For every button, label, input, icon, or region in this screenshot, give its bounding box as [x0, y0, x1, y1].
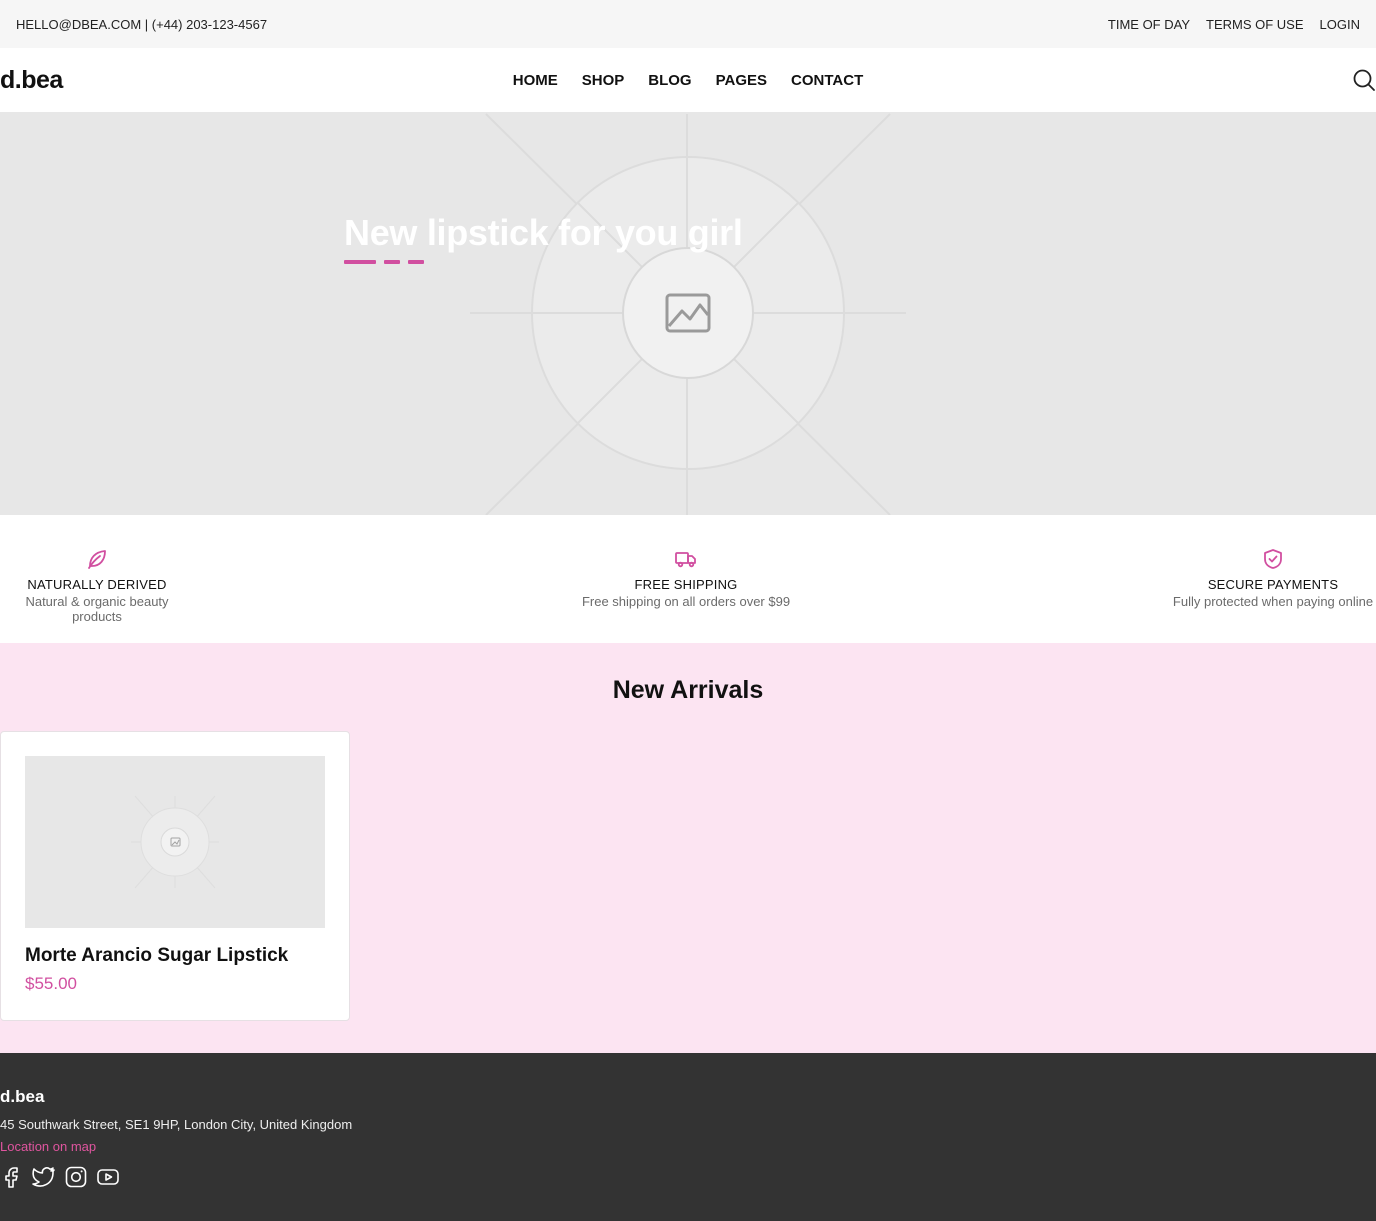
time-of-day-link[interactable]: TIME OF DAY	[1108, 17, 1190, 32]
terms-of-use-link[interactable]: TERMS OF USE	[1206, 17, 1304, 32]
top-links: TIME OF DAY TERMS OF USE LOGIN	[1108, 17, 1360, 32]
search-icon[interactable]	[1352, 68, 1376, 92]
feature-desc: Natural & organic beauty products	[25, 594, 169, 624]
nav-contact[interactable]: CONTACT	[791, 72, 863, 89]
nav-pages[interactable]: PAGES	[716, 72, 767, 89]
nav-home[interactable]: HOME	[513, 72, 558, 89]
feature-desc: Free shipping on all orders over $99	[581, 594, 791, 609]
nav-blog[interactable]: BLOG	[648, 72, 691, 89]
image-placeholder-icon	[470, 113, 906, 515]
main-nav: HOME SHOP BLOG PAGES CONTACT	[0, 72, 1376, 89]
top-bar: HELLO@DBEA.COM | (+44) 203-123-4567 TIME…	[0, 0, 1376, 48]
hero-banner: New lipstick for you girl	[0, 112, 1376, 515]
slide-dot-2[interactable]	[384, 260, 400, 264]
feature-title: SECURE PAYMENTS	[1207, 577, 1339, 592]
twitter-icon[interactable]	[32, 1165, 56, 1189]
features-strip: NATURALLY DERIVED Natural & organic beau…	[0, 515, 1376, 643]
site-header: d.bea HOME SHOP BLOG PAGES CONTACT	[0, 48, 1376, 112]
shield-check-icon	[1264, 549, 1282, 569]
slider-dots	[344, 260, 424, 264]
truck-icon	[675, 552, 696, 568]
instagram-icon[interactable]	[64, 1165, 88, 1189]
contact-info: HELLO@DBEA.COM | (+44) 203-123-4567	[16, 16, 268, 32]
footer-address: 45 Southwark Street, SE1 9HP, London Cit…	[0, 1117, 353, 1132]
feature-title: NATURALLY DERIVED	[27, 577, 167, 592]
product-price: $55.00	[25, 974, 77, 993]
slide-dot-3[interactable]	[408, 260, 424, 264]
nav-shop[interactable]: SHOP	[582, 72, 625, 89]
leaf-icon	[88, 550, 106, 569]
location-map-link[interactable]: Location on map	[0, 1139, 96, 1154]
social-links	[0, 1165, 120, 1189]
feature-free-shipping: FREE SHIPPING Free shipping on all order…	[576, 547, 796, 609]
product-card[interactable]: Morte Arancio Sugar Lipstick $55.00	[0, 731, 350, 1021]
slide-dot-1[interactable]	[344, 260, 376, 264]
youtube-icon[interactable]	[96, 1165, 120, 1189]
new-arrivals-section: New Arrivals Morte Arancio Sugar Lipstic…	[0, 643, 1376, 1053]
section-title: New Arrivals	[612, 676, 764, 704]
image-placeholder-icon	[131, 795, 219, 889]
product-name[interactable]: Morte Arancio Sugar Lipstick	[25, 945, 288, 967]
feature-desc: Fully protected when paying online	[1172, 594, 1374, 609]
product-image[interactable]	[25, 756, 325, 928]
footer-logo[interactable]: d.bea	[0, 1087, 44, 1107]
feature-naturally-derived: NATURALLY DERIVED Natural & organic beau…	[0, 547, 194, 624]
login-link[interactable]: LOGIN	[1320, 17, 1360, 32]
feature-title: FREE SHIPPING	[634, 577, 738, 592]
feature-secure-payments: SECURE PAYMENTS Fully protected when pay…	[1170, 547, 1376, 609]
hero-title: New lipstick for you girl	[344, 212, 743, 253]
site-footer: d.bea 45 Southwark Street, SE1 9HP, Lond…	[0, 1053, 1376, 1221]
facebook-icon[interactable]	[0, 1165, 24, 1189]
logo[interactable]: d.bea	[0, 66, 63, 95]
